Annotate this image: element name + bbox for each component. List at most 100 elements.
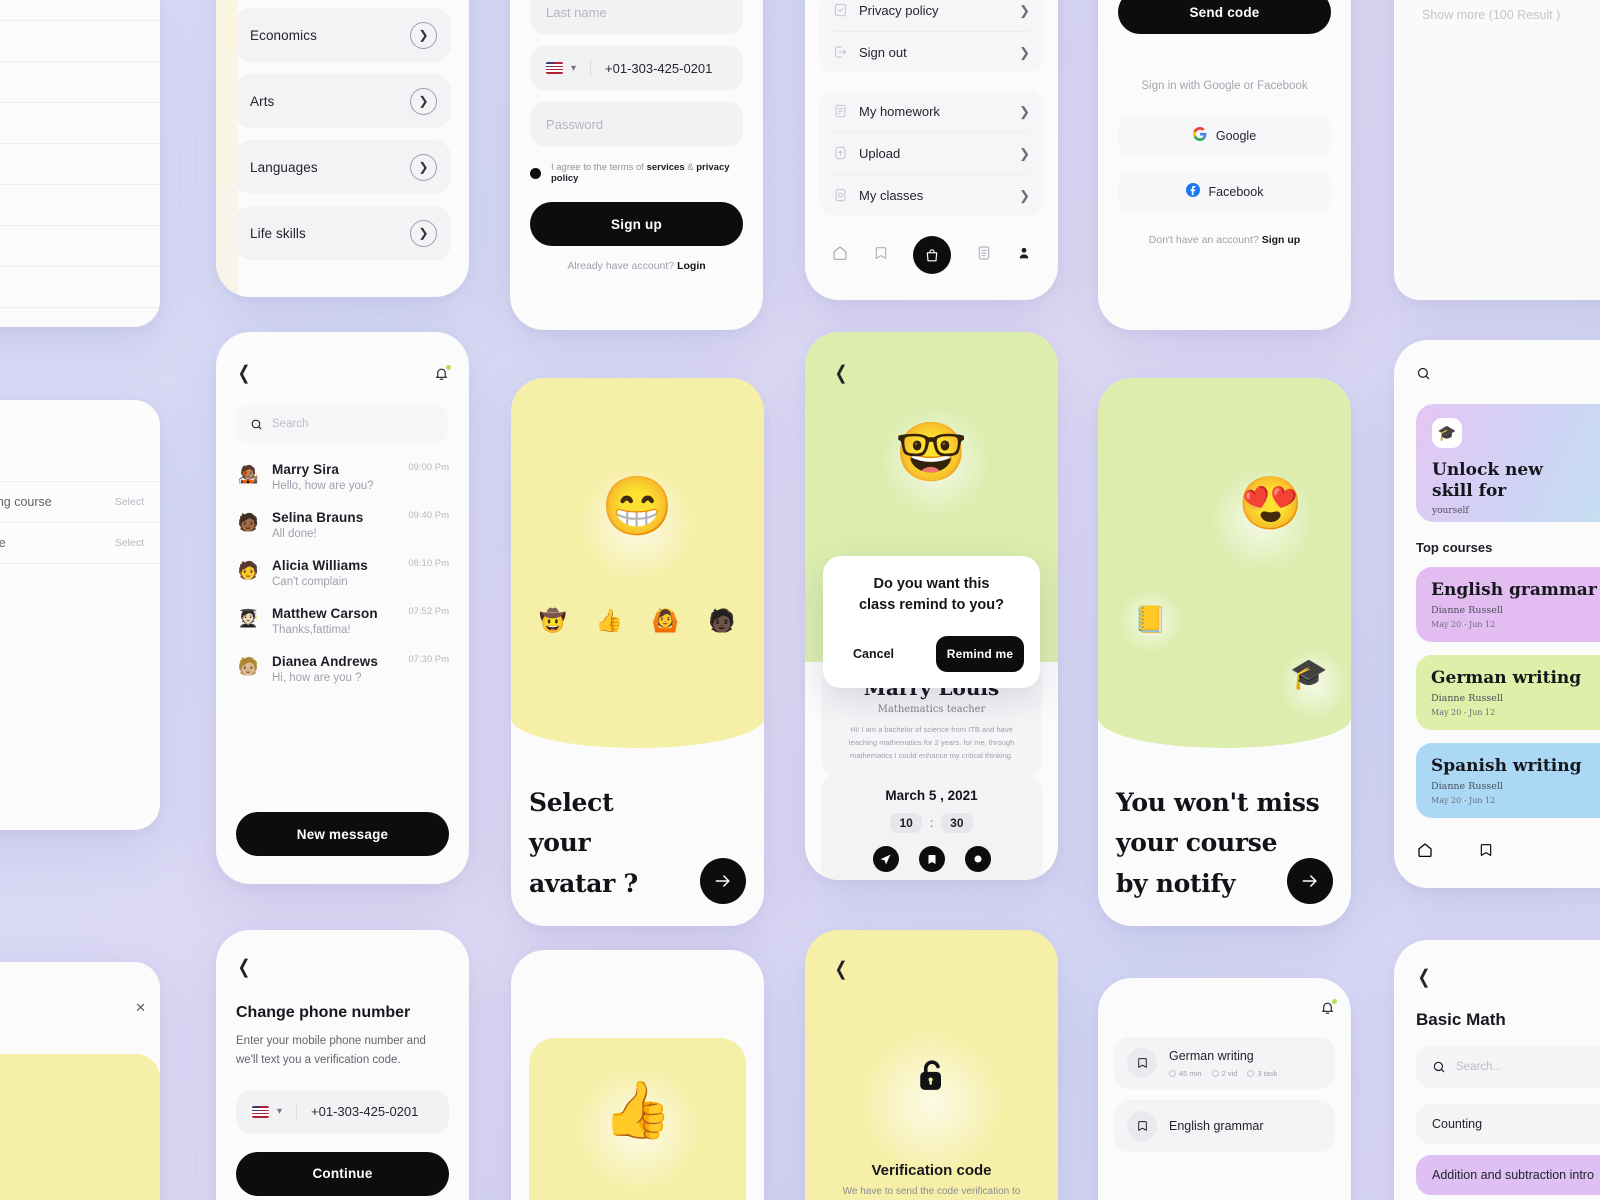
chevron-left-icon[interactable]: ❮ (238, 958, 251, 977)
phone-field[interactable]: ▾ +01-303-425-0201 (236, 1089, 449, 1134)
google-signin-button[interactable]: Google (1118, 114, 1331, 158)
search-input[interactable]: Search (236, 405, 449, 443)
left-edge-result-row[interactable]: d state(+1) (0, 21, 160, 62)
search-icon[interactable] (1416, 366, 1431, 381)
chevron-right-icon[interactable]: ❯ (1019, 188, 1030, 204)
chevron-right-icon[interactable]: ❯ (410, 219, 437, 247)
lesson-item[interactable]: English grammar (1114, 1100, 1335, 1152)
chat-list-item[interactable]: 🧑 Alicia Williams Can't complain 08:10 P… (236, 549, 449, 597)
promo-banner[interactable]: 🎓 Unlock new skill for yourself (1416, 404, 1600, 522)
facebook-signin-button[interactable]: Facebook (1118, 170, 1331, 214)
nav-bookmark-icon[interactable] (1478, 841, 1494, 864)
record-icon[interactable] (964, 846, 991, 872)
class-schedule: March 5 , 2021 10 : 30 (821, 774, 1042, 880)
chevron-right-icon[interactable]: ❯ (1019, 146, 1030, 162)
course-card[interactable]: English grammar Dianne Russell May 20 - … (1416, 567, 1600, 642)
password-field[interactable]: Password (530, 102, 743, 146)
chevron-right-icon[interactable]: ❯ (1019, 45, 1030, 61)
left-edge-course-row[interactable]: Writing course Select (0, 523, 160, 564)
terms-services-link[interactable]: services (647, 162, 685, 173)
topic-item[interactable]: Counting (1416, 1104, 1600, 1144)
send-code-button[interactable]: Send code (1118, 0, 1331, 34)
category-item[interactable]: Languages ❯ (234, 140, 451, 194)
bookmark-icon[interactable] (918, 846, 945, 872)
lesson-meta-item: 2 vid (1211, 1069, 1237, 1078)
chevron-right-icon[interactable]: ❯ (410, 153, 437, 181)
login-link[interactable]: Login (677, 260, 706, 272)
category-item[interactable]: Arts ❯ (234, 74, 451, 128)
settings-item-label: My homework (859, 104, 940, 119)
chevron-right-icon[interactable]: ❯ (410, 21, 437, 49)
topic-item[interactable]: Addition and subtraction intro (1416, 1155, 1600, 1195)
nav-bag-icon[interactable] (1538, 842, 1554, 864)
chevron-down-icon[interactable]: ▾ (571, 63, 576, 74)
select-link[interactable]: Select (115, 537, 144, 549)
bell-icon[interactable] (1320, 999, 1337, 1015)
category-item[interactable]: Life skills ❯ (234, 206, 451, 260)
settings-item[interactable]: Sign out ❯ (819, 32, 1044, 73)
nav-home-icon[interactable] (1416, 841, 1434, 864)
left-edge-result-row[interactable]: d state(+1) (0, 62, 160, 103)
left-edge-result-row[interactable]: d state(+1) (0, 267, 160, 308)
chevron-left-icon[interactable]: ❮ (238, 364, 251, 383)
avatar-thumbnail[interactable]: 🙆 (652, 610, 679, 632)
new-message-button[interactable]: New message (236, 812, 449, 856)
course-card[interactable]: Spanish writing Dianne Russell May 20 - … (1416, 743, 1600, 818)
dialog-title-line2: class remind to you? (858, 597, 1005, 614)
cancel-button[interactable]: Cancel (839, 647, 894, 661)
avatar-thumbnail[interactable]: 🧑🏿 (708, 610, 735, 632)
left-edge-course-row[interactable]: German writing course Select (0, 482, 160, 523)
phone-field[interactable]: ▾ +01-303-425-0201 (530, 46, 743, 90)
search-input[interactable]: Search... (1416, 1046, 1600, 1088)
chevron-right-icon[interactable]: ❯ (1019, 3, 1030, 19)
next-button[interactable] (1287, 858, 1333, 904)
remind-me-button[interactable]: Remind me (936, 636, 1024, 673)
left-edge-result-row[interactable]: d state(+1) (0, 0, 160, 21)
send-icon[interactable] (872, 846, 899, 872)
chevron-right-icon[interactable]: ❯ (410, 87, 437, 115)
signup-button[interactable]: Sign up (530, 202, 743, 246)
select-link[interactable]: Select (115, 496, 144, 508)
chevron-down-icon[interactable]: ▾ (277, 1106, 282, 1117)
selected-avatar[interactable]: 😁 (511, 478, 764, 536)
next-button[interactable] (700, 858, 746, 904)
close-icon[interactable]: ✕ (135, 1000, 146, 1016)
course-author: Dianne Russell (1431, 693, 1503, 704)
settings-item[interactable]: My homework ❯ (819, 91, 1044, 132)
settings-item[interactable]: Privacy policy ❯ (819, 0, 1044, 31)
chat-list-item[interactable]: 🧑🏾 Selina Brauns All done! 09:40 Pm (236, 501, 449, 549)
bell-icon[interactable] (434, 365, 451, 381)
signup-link[interactable]: Sign up (1262, 234, 1301, 246)
settings-item[interactable]: My classes ❯ (819, 175, 1044, 216)
show-more-link[interactable]: Show more (100 Result ) (1422, 8, 1560, 22)
terms-row[interactable]: I agree to the terms of services & priva… (530, 162, 743, 184)
nav-profile-icon[interactable] (1016, 244, 1032, 267)
settings-item[interactable]: Upload ❯ (819, 133, 1044, 174)
left-edge-result-row[interactable]: d state(+1) (0, 185, 160, 226)
chat-list-item[interactable]: 🧑🏻‍🎓 Matthew Carson Thanks,fattima! 07:5… (236, 597, 449, 645)
nav-bag-icon[interactable] (913, 236, 952, 274)
nav-bookmark-icon[interactable] (873, 244, 889, 267)
dropzone[interactable]: rag&Drop your files here (0, 1054, 160, 1200)
avatar: 🧑🏾 (237, 513, 260, 532)
chevron-left-icon[interactable]: ❮ (1418, 968, 1431, 987)
continue-button[interactable]: Continue (236, 1151, 449, 1196)
chat-list-item[interactable]: 🧑🏼 Dianea Andrews Hi, how are you ? 07:3… (236, 645, 449, 693)
terms-checkbox[interactable] (530, 167, 541, 179)
nav-list-icon[interactable] (976, 244, 992, 267)
lesson-item[interactable]: German writing 45 min 2 vid 3 task (1114, 1037, 1335, 1089)
nav-home-icon[interactable] (831, 244, 849, 267)
chevron-left-icon[interactable]: ❮ (835, 364, 848, 383)
avatar-thumbnail[interactable]: 👍 (596, 610, 623, 632)
chevron-right-icon[interactable]: ❯ (1019, 104, 1030, 120)
chevron-left-icon[interactable]: ❮ (835, 960, 848, 979)
last-name-field[interactable]: Last name (530, 0, 743, 34)
avatar-thumbnail[interactable]: 🤠 (539, 610, 566, 632)
chat-list-item[interactable]: 🧑🏽‍🎤 Marry Sira Hello, how are you? 09:0… (236, 453, 449, 501)
category-item[interactable]: Economics ❯ (234, 8, 451, 62)
left-edge-result-row[interactable]: d state(+1) (0, 226, 160, 267)
left-edge-result-row[interactable]: d state(+1) (0, 144, 160, 185)
avatar: 🧑🏻‍🎓 (237, 609, 260, 628)
left-edge-result-row[interactable]: d state(+1) (0, 103, 160, 144)
course-card[interactable]: German writing Dianne Russell May 20 - J… (1416, 655, 1600, 730)
